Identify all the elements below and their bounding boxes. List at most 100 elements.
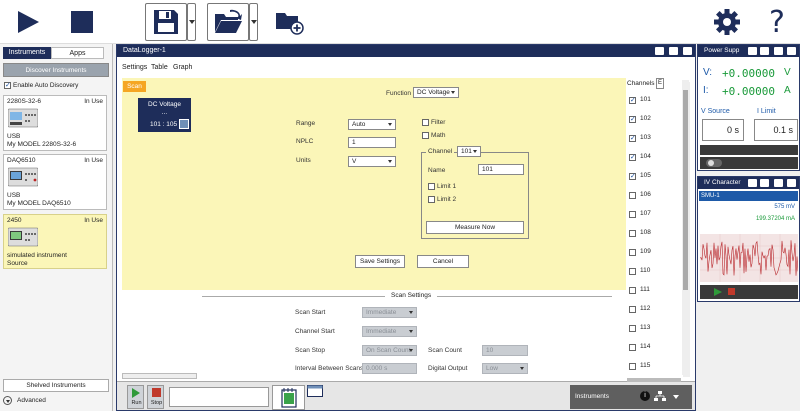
- channels-hscrollbar[interactable]: [627, 378, 681, 382]
- close-panel-icon[interactable]: [787, 47, 796, 55]
- window-icon: [307, 385, 323, 397]
- channel-id: 113: [640, 324, 651, 331]
- shelved-instruments-button[interactable]: Shelved Instruments: [3, 379, 109, 392]
- minimize-icon[interactable]: [669, 47, 678, 55]
- help-button[interactable]: ?: [764, 5, 790, 40]
- digital-output-select[interactable]: Low: [482, 363, 528, 374]
- math-checkbox[interactable]: [422, 132, 429, 139]
- channels-e-button[interactable]: E: [656, 78, 664, 89]
- channel-checkbox[interactable]: [629, 344, 636, 351]
- channel-checkbox[interactable]: [629, 134, 636, 142]
- tab-table[interactable]: Table: [151, 64, 168, 71]
- advanced-toggle[interactable]: [3, 396, 12, 405]
- stop-button[interactable]: [68, 8, 96, 36]
- filter-checkbox[interactable]: [422, 119, 429, 126]
- scan-start-select[interactable]: Immediate: [362, 307, 417, 318]
- channel-checkbox[interactable]: [629, 363, 636, 370]
- i-limit-label: I Limit: [757, 108, 776, 115]
- instrument-card-2450[interactable]: 2450 In Use simulated instrument Source: [3, 214, 107, 269]
- channel-checkbox[interactable]: [629, 306, 636, 313]
- discover-instruments-button[interactable]: Discover Instruments: [3, 63, 109, 77]
- auto-discovery-checkbox[interactable]: [4, 81, 11, 89]
- open-button[interactable]: [207, 3, 249, 41]
- channel-select[interactable]: 101: [457, 146, 481, 157]
- move-icon[interactable]: [760, 179, 769, 187]
- channel-checkbox[interactable]: [629, 268, 636, 275]
- block-hscrollbar[interactable]: [122, 373, 197, 379]
- new-folder-button[interactable]: [274, 8, 304, 36]
- dc-block-settings-icon[interactable]: [179, 119, 189, 129]
- dc-block-dots: ...: [161, 109, 168, 116]
- channel-checkbox[interactable]: [629, 96, 636, 104]
- open-dropdown[interactable]: [249, 3, 258, 41]
- minimize-icon[interactable]: [774, 47, 783, 55]
- channel-checkbox[interactable]: [629, 287, 636, 294]
- scan-count-input[interactable]: 10: [482, 345, 528, 356]
- channel-id: 107: [640, 210, 651, 217]
- tab-apps[interactable]: Apps: [51, 47, 104, 59]
- instrument-card-daq6510[interactable]: DAQ6510 In Use USB My MODEL DAQ6510: [3, 154, 107, 210]
- stop-icon[interactable]: [728, 288, 735, 295]
- close-panel-icon[interactable]: [787, 179, 796, 187]
- cancel-button[interactable]: Cancel: [417, 255, 469, 268]
- channel-checkbox[interactable]: [629, 192, 636, 199]
- function-select[interactable]: DC Voltage: [413, 87, 459, 98]
- instrument-connection: USB: [7, 133, 21, 140]
- filter-label: Filter: [431, 119, 446, 126]
- channels-scrollbar[interactable]: [682, 80, 689, 375]
- save-dropdown[interactable]: [187, 3, 196, 41]
- popout-icon[interactable]: [655, 47, 664, 55]
- channel-start-select[interactable]: Immediate: [362, 326, 417, 337]
- instrument-card-2280s[interactable]: 2280S-32-6 In Use USB My MODEL 2280S-32-…: [3, 95, 107, 151]
- math-label: Math: [431, 132, 446, 139]
- channel-id: 108: [640, 229, 651, 236]
- range-select[interactable]: Auto: [348, 119, 396, 130]
- popout-icon[interactable]: [748, 179, 757, 187]
- channel-checkbox[interactable]: [629, 325, 636, 332]
- tab-settings[interactable]: Settings: [122, 64, 147, 71]
- chevron-down-icon: [5, 399, 10, 403]
- scan-stop-select[interactable]: On Scan Count: [362, 345, 417, 356]
- instruments-menu[interactable]: Instruments i: [570, 385, 692, 409]
- play-icon[interactable]: [714, 288, 722, 296]
- channel-checkbox[interactable]: [629, 115, 636, 123]
- smu-selector[interactable]: SMU-1: [699, 191, 798, 201]
- save-button[interactable]: [145, 3, 187, 41]
- interval-input[interactable]: 0.000 s: [362, 363, 417, 374]
- channel-checkbox[interactable]: [629, 153, 636, 161]
- channel-id: 114: [640, 343, 651, 350]
- units-select[interactable]: V: [348, 156, 396, 167]
- save-settings-button[interactable]: Save Settings: [355, 255, 405, 268]
- limit1-checkbox[interactable]: [428, 183, 435, 190]
- channel-checkbox[interactable]: [629, 172, 636, 180]
- channel-checkbox[interactable]: [629, 249, 636, 256]
- power-title: Power Supp: [704, 47, 740, 54]
- tab-graph[interactable]: Graph: [173, 64, 192, 71]
- run-bottom-button[interactable]: Run: [127, 385, 144, 409]
- settings-button[interactable]: [712, 7, 742, 37]
- stop-bottom-button[interactable]: Stop: [147, 385, 164, 409]
- tab-instruments[interactable]: Instruments: [3, 47, 51, 59]
- channel-checkbox[interactable]: [629, 230, 636, 237]
- voltage-label: V:: [703, 67, 713, 78]
- channel-checkbox[interactable]: [629, 211, 636, 218]
- dc-voltage-block[interactable]: DC Voltage ... 101 : 105: [138, 98, 191, 132]
- iv-waveform-plot: [700, 234, 798, 282]
- run-button[interactable]: [14, 8, 42, 36]
- output-toggle[interactable]: [706, 159, 722, 167]
- measure-now-button[interactable]: Measure Now: [426, 221, 524, 234]
- scan-tab[interactable]: Scan: [123, 81, 146, 92]
- limit2-checkbox[interactable]: [428, 196, 435, 203]
- popout-icon[interactable]: [748, 47, 757, 55]
- name-input[interactable]: 101: [478, 164, 524, 175]
- scrollbar-thumb[interactable]: [683, 90, 688, 290]
- nplc-input[interactable]: 1: [348, 137, 396, 148]
- v-source-input[interactable]: 0 s: [702, 119, 744, 141]
- notebook-button[interactable]: [272, 385, 305, 410]
- log-button[interactable]: [307, 385, 325, 401]
- minimize-icon[interactable]: [774, 179, 783, 187]
- i-limit-input[interactable]: 0.1 s: [754, 119, 798, 141]
- instrument-connection: USB: [7, 192, 21, 199]
- close-panel-icon[interactable]: [683, 47, 692, 55]
- move-icon[interactable]: [760, 47, 769, 55]
